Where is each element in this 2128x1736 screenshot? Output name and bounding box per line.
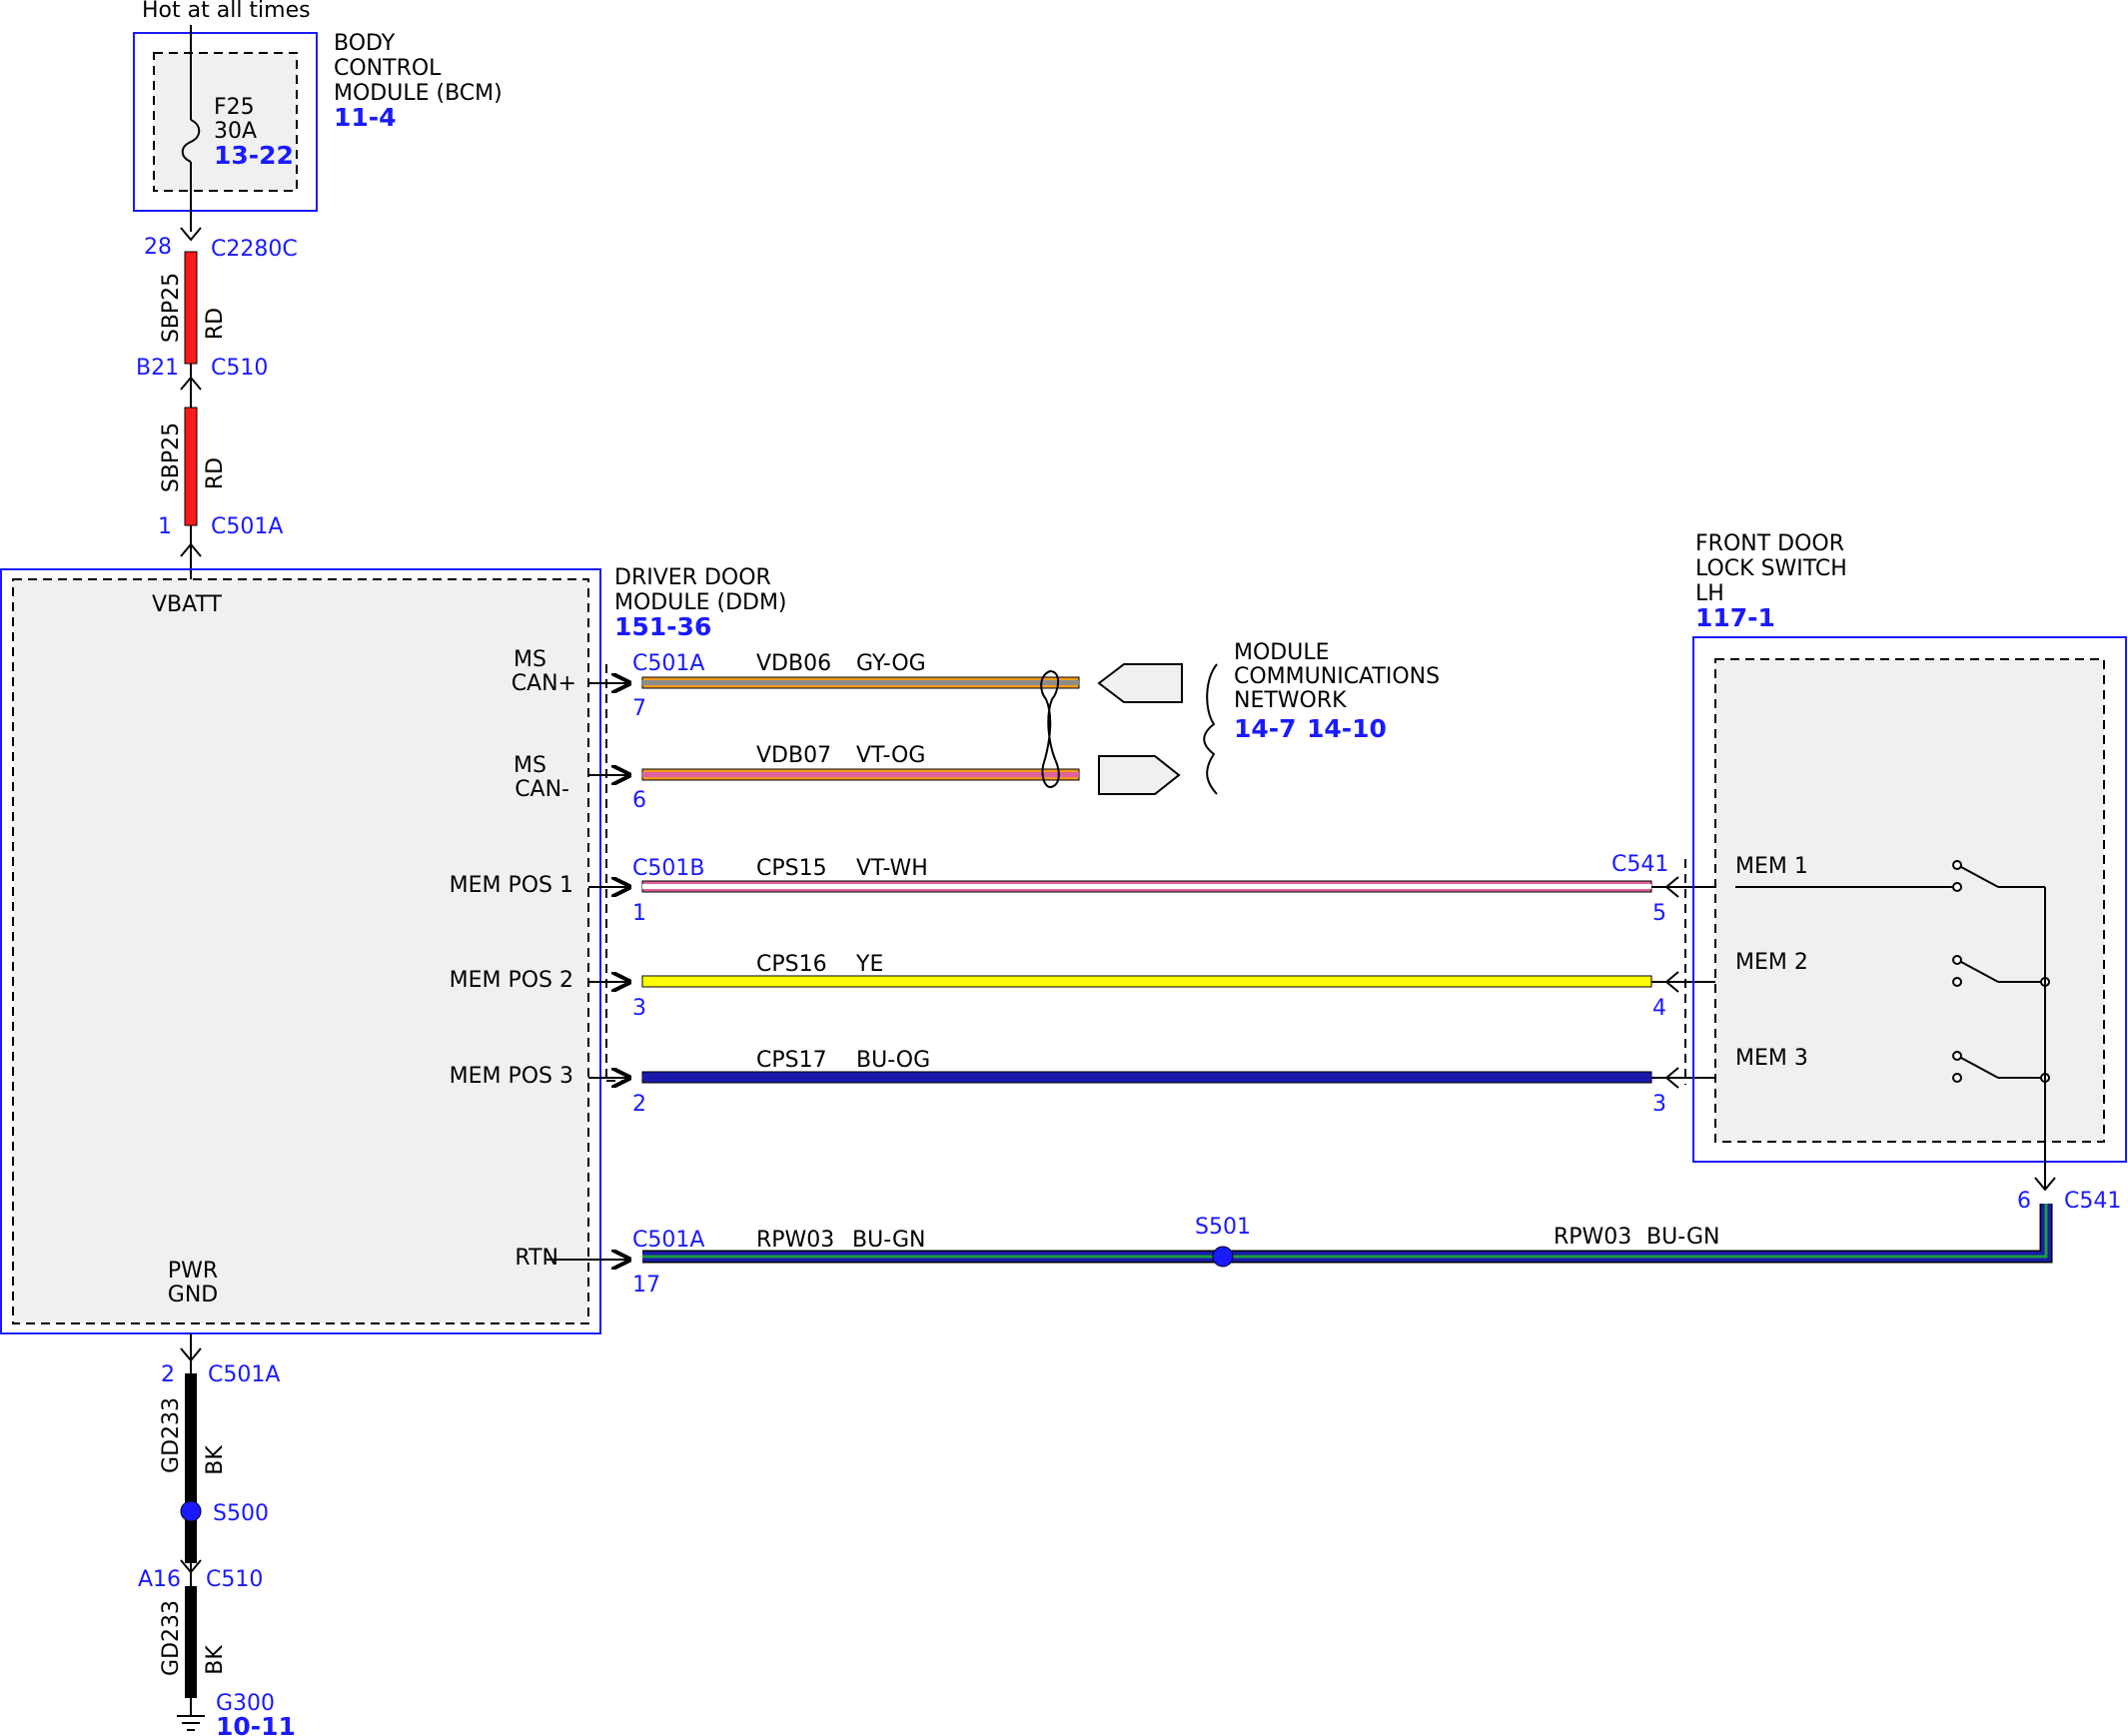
switch-name-line-2: LOCK SWITCH (1695, 556, 1847, 581)
rtn-circuit-right: RPW03 (1554, 1225, 1631, 1250)
connector-c2280c-name[interactable]: C2280C (211, 237, 298, 262)
wire-vdb06[interactable] (641, 676, 1080, 689)
signal-ms-can-plus-pin: 7 (632, 696, 646, 721)
splice-s501-label: S501 (1195, 1215, 1251, 1240)
signal-mem-pos-3-label: MEM POS 3 (450, 1064, 573, 1089)
connector-c501a-gnd-name[interactable]: C501A (208, 1362, 280, 1387)
wire-sbp25-upper[interactable] (184, 251, 198, 365)
signal-mem-pos-3-circuit: CPS17 (756, 1048, 827, 1073)
wire-sbp25-lower[interactable] (184, 407, 198, 526)
signal-ms-can-minus-label-1: MS (514, 753, 546, 778)
fuse-id: F25 (214, 95, 255, 120)
connector-c510-gnd-name[interactable]: C510 (206, 1567, 263, 1592)
ground-icon (177, 1715, 205, 1731)
signal-mem-pos-2-label: MEM POS 2 (450, 968, 573, 993)
wire-gd233-upper-circuit: GD233 (159, 1397, 184, 1473)
connector-c501a-vbatt-name[interactable]: C501A (211, 514, 283, 539)
switch-name-line-1: FRONT DOOR (1695, 531, 1844, 556)
signal-ms-can-minus-label-2: CAN- (515, 777, 569, 802)
signal-ms-can-minus-color: VT-OG (856, 743, 925, 768)
signal-mem-pos-1-connector[interactable]: C501B (632, 856, 704, 881)
network-brace (1203, 663, 1218, 795)
network-name-line-2: COMMUNICATIONS (1234, 664, 1440, 689)
switch-return-pin: 6 (2017, 1189, 2031, 1214)
connector-c510-gnd-pin: A16 (138, 1567, 181, 1592)
signal-ms-can-plus-connector[interactable]: C501A (632, 651, 704, 676)
network-name-line-3: NETWORK (1234, 688, 1347, 713)
ground-g300-ref[interactable]: 10-11 (216, 1712, 296, 1736)
signal-mem-pos-1-far-connector[interactable]: C541 (1611, 852, 1668, 877)
splice-s500-label: S500 (213, 1501, 269, 1526)
ddm-vbatt-label: VBATT (152, 592, 223, 617)
splice-s500[interactable] (180, 1500, 202, 1522)
diagram-title: Hot at all times (142, 0, 311, 23)
signal-mem-pos-3-color: BU-OG (856, 1048, 930, 1073)
bcm-ref[interactable]: 11-4 (334, 103, 397, 132)
wire-vdb07[interactable] (641, 768, 1080, 781)
rtn-label: RTN (515, 1246, 558, 1271)
wire-sbp25-upper-circuit: SBP25 (159, 273, 184, 343)
network-name-line-1: MODULE (1234, 640, 1330, 665)
signal-ms-can-minus-pin: 6 (632, 788, 646, 813)
wire-cps16[interactable] (641, 975, 1652, 988)
wire-sbp25-upper-color: RD (203, 308, 228, 340)
rtn-color-right: BU-GN (1646, 1225, 1719, 1250)
signal-ms-can-minus-circuit: VDB07 (756, 743, 831, 768)
network-ref-2[interactable]: 14-10 (1307, 714, 1387, 743)
signal-mem-pos-2-pin: 3 (632, 996, 646, 1021)
wire-gd233-upper[interactable] (185, 1373, 197, 1563)
connector-c510-upper-name[interactable]: C510 (211, 356, 268, 381)
signal-mem-pos-1-circuit: CPS15 (756, 856, 827, 881)
wiring-diagram: Hot at all times F25 30A 13-22 BODY CONT… (0, 0, 2127, 1736)
wire-cps15[interactable] (641, 880, 1652, 893)
rtn-color-left: BU-GN (852, 1228, 925, 1253)
connector-c2280c-pin: 28 (144, 235, 172, 260)
fuse-ref[interactable]: 13-22 (214, 141, 294, 170)
signal-ms-can-plus-label-2: CAN+ (512, 671, 576, 696)
ddm-pwr-label: PWR (168, 1259, 218, 1284)
signal-ms-can-plus-label-1: MS (514, 647, 546, 672)
ddm-connector-dashed-housing (605, 664, 627, 1082)
network-ref-1[interactable]: 14-7 (1234, 714, 1297, 743)
switch-mem-3-label: MEM 3 (1735, 1046, 1808, 1071)
wire-gd233-lower-color: BK (203, 1645, 228, 1675)
connector-c510-upper-pin: B21 (136, 356, 179, 381)
rtn-connector[interactable]: C501A (632, 1228, 704, 1253)
can-plus-network-terminal (1097, 663, 1183, 703)
signal-mem-pos-3-pin: 2 (632, 1092, 646, 1117)
wire-sbp25-lower-circuit: SBP25 (159, 423, 184, 492)
switch-mem-2-label: MEM 2 (1735, 950, 1808, 975)
bcm-name-line-2: CONTROL (334, 56, 442, 81)
ddm-dashed-boundary (12, 578, 589, 1324)
wire-gd233-upper-color: BK (203, 1445, 228, 1475)
switch-return-connector[interactable]: C541 (2064, 1189, 2121, 1214)
wire-sbp25-lower-color: RD (203, 457, 228, 489)
rtn-circuit-left: RPW03 (756, 1228, 834, 1253)
signal-mem-pos-1-color: VT-WH (856, 856, 928, 881)
ddm-name-line-1: DRIVER DOOR (614, 565, 771, 590)
switch-ref[interactable]: 117-1 (1695, 603, 1775, 632)
signal-mem-pos-2-color: YE (855, 952, 883, 977)
signal-mem-pos-2-circuit: CPS16 (756, 952, 827, 977)
connector-c501a-gnd-pin: 2 (161, 1362, 175, 1387)
rtn-pin: 17 (632, 1273, 660, 1298)
wire-gd233-lower[interactable] (185, 1586, 197, 1698)
wire-cps17[interactable] (641, 1071, 1652, 1084)
signal-ms-can-plus-color: GY-OG (856, 651, 926, 676)
bcm-name-line-1: BODY (334, 31, 396, 56)
signal-mem-pos-1-label: MEM POS 1 (450, 873, 573, 898)
signal-mem-pos-1-far-pin: 5 (1652, 901, 1666, 926)
ddm-gnd-label: GND (168, 1283, 218, 1307)
ddm-ref[interactable]: 151-36 (614, 612, 711, 641)
wire-gd233-lower-circuit: GD233 (159, 1600, 184, 1676)
splice-s501[interactable] (1212, 1246, 1234, 1268)
can-minus-network-terminal (1098, 755, 1181, 795)
signal-mem-pos-1-pin: 1 (632, 901, 646, 926)
switch-mem-1-label: MEM 1 (1735, 854, 1808, 879)
signal-mem-pos-2-far-pin: 4 (1652, 996, 1666, 1021)
signal-ms-can-plus-circuit: VDB06 (756, 651, 831, 676)
signal-mem-pos-3-far-pin: 3 (1652, 1092, 1666, 1117)
connector-c501a-vbatt-pin: 1 (158, 514, 172, 539)
